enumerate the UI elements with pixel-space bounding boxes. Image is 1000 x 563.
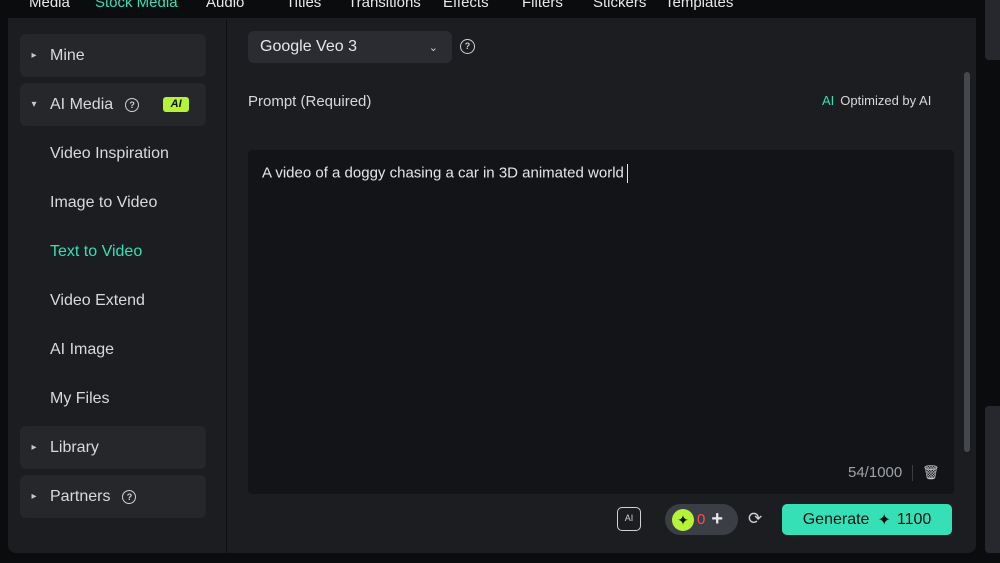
sidebar: ▸ Mine ▾ AI Media ? AI Video Inspiration… xyxy=(8,19,226,553)
optimized-by-ai-button[interactable]: AI Optimized by AI xyxy=(822,93,931,108)
help-icon[interactable]: ? xyxy=(125,97,140,112)
tab-audio[interactable]: Audio xyxy=(206,0,244,11)
ai-wand-icon: AI xyxy=(822,93,835,108)
tab-media[interactable]: Media xyxy=(29,0,70,11)
generate-cost: 1100 xyxy=(896,510,932,528)
sparkle-icon: ✦ xyxy=(877,511,891,529)
tab-stock-media[interactable]: Stock Media xyxy=(95,0,178,11)
sidebar-item-label: Mine xyxy=(50,46,85,64)
sparkle-icon: ✦ xyxy=(672,508,694,531)
sidebar-item-my-files[interactable]: My Files xyxy=(20,377,236,420)
generate-button[interactable]: Generate ✦ 1100 xyxy=(782,504,952,535)
prompt-value: A video of a doggy chasing a car in 3D a… xyxy=(262,164,624,182)
credits-count: 0 xyxy=(697,511,706,528)
sidebar-item-mine[interactable]: ▸ Mine xyxy=(20,34,206,77)
sidebar-item-text-to-video[interactable]: Text to Video xyxy=(20,230,236,273)
trash-icon[interactable]: 🗑 xyxy=(922,464,940,481)
right-panel-edge xyxy=(985,0,1000,60)
model-select[interactable]: Google Veo 3 ⌄ xyxy=(248,31,452,63)
credits-pill[interactable]: ✦ 0 + xyxy=(665,504,738,535)
model-select-value: Google Veo 3 xyxy=(260,38,357,55)
caret-right-icon: ▸ xyxy=(31,50,37,61)
sidebar-item-partners[interactable]: ▸ Partners ? xyxy=(20,475,206,518)
scrollbar[interactable] xyxy=(964,72,970,452)
tab-stickers[interactable]: Stickers xyxy=(593,0,646,11)
tab-filters[interactable]: Filters xyxy=(522,0,563,11)
generate-label: Generate xyxy=(802,510,870,528)
tab-transitions[interactable]: Transitions xyxy=(348,0,421,11)
right-panel-edge-lower xyxy=(985,406,1000,553)
sidebar-item-video-inspiration[interactable]: Video Inspiration xyxy=(20,132,236,175)
sidebar-divider xyxy=(226,19,227,553)
help-icon[interactable]: ? xyxy=(122,489,137,504)
tab-templates[interactable]: Templates xyxy=(665,0,733,11)
prompt-label: Prompt (Required) xyxy=(248,93,372,110)
prompt-textarea[interactable] xyxy=(248,150,954,494)
chevron-down-icon: ⌄ xyxy=(428,41,438,54)
sidebar-item-label: AI Media xyxy=(50,95,114,113)
caret-down-icon: ▾ xyxy=(31,99,37,110)
char-counter: 54/1000 xyxy=(848,464,903,481)
sidebar-item-label: Partners xyxy=(50,487,111,505)
optimized-by-ai-label: Optimized by AI xyxy=(840,93,932,108)
sidebar-item-video-extend[interactable]: Video Extend xyxy=(20,279,236,322)
help-icon[interactable]: ? xyxy=(460,39,475,54)
counter-divider xyxy=(912,465,913,481)
caret-right-icon: ▸ xyxy=(31,442,37,453)
tab-effects[interactable]: Effects xyxy=(443,0,489,11)
refresh-icon[interactable]: ⟳ xyxy=(748,509,762,529)
tab-titles[interactable]: Titles xyxy=(286,0,321,11)
caret-right-icon: ▸ xyxy=(31,491,37,502)
sidebar-item-image-to-video[interactable]: Image to Video xyxy=(20,181,236,224)
text-cursor xyxy=(626,164,629,183)
plus-icon[interactable]: + xyxy=(711,508,723,531)
sidebar-item-ai-media[interactable]: ▾ AI Media ? AI xyxy=(20,83,206,126)
top-tabs: Media Stock Media Audio Titles Transitio… xyxy=(0,0,980,18)
prompt-text: A video of a doggy chasing a car in 3D a… xyxy=(262,164,629,183)
sidebar-item-ai-image[interactable]: AI Image xyxy=(20,328,236,371)
ai-image-icon[interactable]: AI xyxy=(617,507,641,531)
sidebar-item-library[interactable]: ▸ Library xyxy=(20,426,206,469)
sidebar-item-label: Library xyxy=(50,438,99,456)
ai-badge: AI xyxy=(163,97,190,112)
